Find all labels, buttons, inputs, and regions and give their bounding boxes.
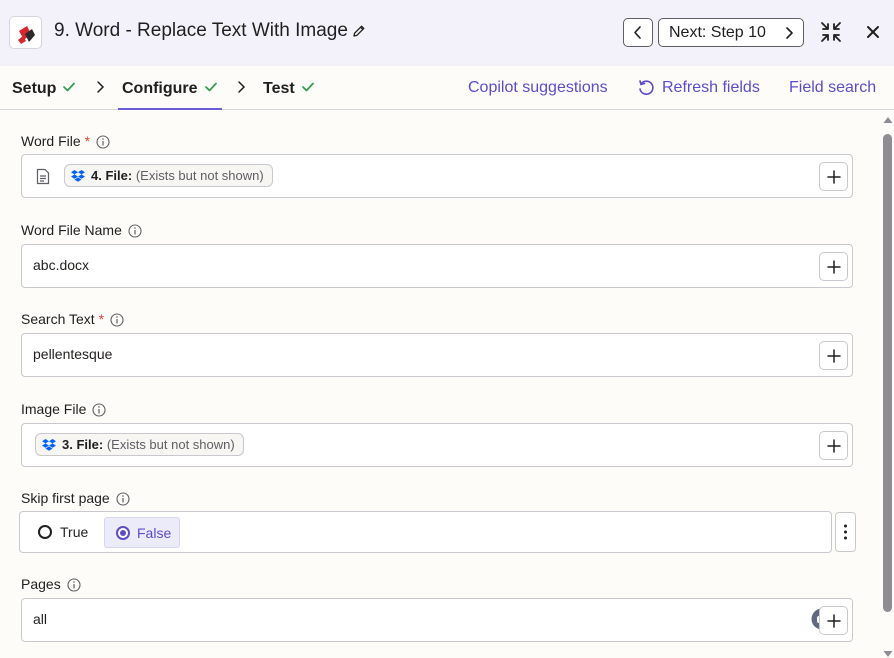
chevron-right-icon	[786, 27, 793, 39]
search-text-label: Search Text *	[21, 311, 124, 330]
plus-icon	[827, 260, 841, 274]
info-icon[interactable]	[110, 313, 124, 330]
insert-data-button[interactable]	[819, 252, 848, 281]
kebab-icon	[844, 524, 847, 540]
required-marker: *	[84, 133, 91, 149]
image-file-field[interactable]: 3. File: (Exists but not shown)	[21, 423, 853, 467]
info-icon[interactable]	[96, 135, 110, 152]
skip-first-page-radio-group: True False	[19, 511, 832, 553]
info-icon[interactable]	[128, 224, 142, 241]
field-search-link[interactable]: Field search	[789, 79, 876, 97]
more-options-button[interactable]	[835, 512, 856, 552]
info-icon[interactable]	[67, 578, 81, 595]
pages-field[interactable]: all	[21, 598, 853, 642]
radio-button-selected	[116, 526, 130, 540]
next-step-label: Next: Step 10	[669, 24, 766, 41]
word-file-name-value: abc.docx	[33, 257, 90, 273]
tab-label: Test	[263, 80, 295, 97]
copilot-suggestions-link[interactable]: Copilot suggestions	[468, 79, 608, 97]
info-icon[interactable]	[116, 492, 130, 509]
step-title: 9. Word - Replace Text With Image	[54, 20, 348, 41]
collapse-icon[interactable]	[820, 21, 842, 48]
file-token-note: (Exists but not shown)	[106, 437, 235, 452]
refresh-icon[interactable]	[637, 79, 655, 102]
next-step-button[interactable]: Next: Step 10	[658, 18, 804, 47]
tab-label: Setup	[12, 80, 57, 97]
scrollbar-thumb[interactable]	[883, 134, 892, 612]
step-tabs: Setup Configure Test Copilot suggestions…	[0, 66, 894, 110]
radio-option-true[interactable]: True	[38, 517, 108, 548]
previous-step-button[interactable]	[623, 18, 653, 47]
scroll-up-arrow-icon[interactable]	[883, 116, 893, 124]
app-logo-icon	[9, 16, 42, 49]
search-text-value: pellentesque	[33, 346, 113, 362]
radio-label: True	[60, 524, 89, 540]
word-file-name-field[interactable]: abc.docx	[21, 244, 853, 288]
tab-setup[interactable]: Setup	[12, 79, 76, 98]
document-icon	[36, 168, 50, 190]
word-file-name-label: Word File Name	[21, 222, 142, 241]
check-icon	[63, 79, 76, 97]
insert-data-button[interactable]	[819, 431, 848, 460]
insert-data-button[interactable]	[819, 162, 848, 191]
plus-icon	[827, 614, 841, 628]
plus-icon	[827, 349, 841, 363]
radio-option-false[interactable]: False	[104, 517, 180, 548]
pencil-icon[interactable]	[352, 24, 366, 43]
pages-value: all	[33, 611, 48, 627]
check-icon	[204, 79, 217, 97]
plus-icon	[827, 439, 841, 453]
dropbox-icon	[71, 170, 85, 185]
radio-button	[38, 525, 52, 539]
word-file-label: Word File *	[21, 133, 110, 152]
radio-label: False	[137, 525, 172, 541]
insert-data-button[interactable]	[819, 606, 848, 635]
insert-data-button[interactable]	[819, 341, 848, 370]
step-header: 9. Word - Replace Text With Image Next: …	[0, 0, 894, 66]
chevron-left-icon	[634, 26, 641, 39]
image-file-label: Image File	[21, 401, 106, 420]
file-token-label: 4. File:	[91, 168, 133, 183]
chevron-right-icon	[236, 80, 246, 99]
tab-label: Configure	[122, 80, 198, 97]
tab-test[interactable]: Test	[263, 79, 314, 98]
file-token[interactable]: 4. File: (Exists but not shown)	[64, 164, 273, 187]
pages-label: Pages	[21, 576, 81, 595]
file-token-note: (Exists but not shown)	[135, 168, 264, 183]
scroll-down-arrow-icon[interactable]	[883, 650, 893, 658]
vertical-scrollbar[interactable]	[881, 110, 894, 658]
info-icon[interactable]	[92, 403, 106, 420]
close-icon[interactable]	[866, 25, 880, 44]
check-icon	[301, 79, 314, 97]
word-file-field[interactable]: 4. File: (Exists but not shown)	[21, 154, 853, 198]
dropbox-icon	[42, 439, 56, 454]
file-token-label: 3. File:	[62, 437, 104, 452]
tab-configure[interactable]: Configure	[122, 79, 217, 98]
active-tab-indicator	[118, 108, 222, 110]
required-marker: *	[98, 311, 105, 327]
search-text-field[interactable]: pellentesque	[21, 333, 853, 377]
plus-icon	[827, 170, 841, 184]
skip-first-page-label: Skip first page	[21, 490, 130, 509]
file-token[interactable]: 3. File: (Exists but not shown)	[35, 433, 244, 456]
refresh-fields-link[interactable]: Refresh fields	[662, 79, 760, 97]
chevron-right-icon	[95, 80, 105, 99]
